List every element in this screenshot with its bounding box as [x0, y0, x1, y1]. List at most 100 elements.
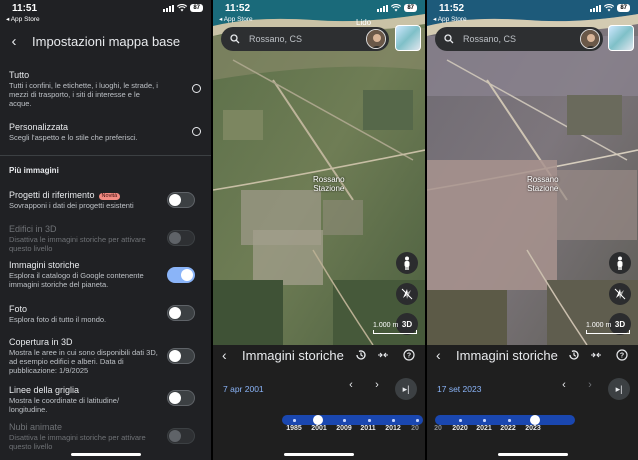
- compass-button[interactable]: [396, 283, 418, 305]
- toggle-row-3d-coverage[interactable]: Copertura in 3D Mostra le aree in cui so…: [9, 337, 203, 375]
- satellite-map[interactable]: Rossano Stazione: [427, 0, 638, 345]
- compare-icon[interactable]: [376, 349, 389, 362]
- satellite-imagery: [213, 0, 425, 345]
- year-label: 2009: [336, 425, 352, 432]
- year-label: 20: [411, 425, 419, 432]
- next-date-button[interactable]: ›: [367, 379, 387, 391]
- scale-text: 1.000 m: [373, 322, 399, 329]
- avatar[interactable]: [580, 29, 600, 49]
- year-label: 2023: [525, 425, 541, 432]
- battery-icon: 87: [617, 4, 630, 12]
- pegman-icon: [404, 256, 410, 270]
- layers-button[interactable]: [608, 25, 634, 51]
- photos-toggle[interactable]: [167, 305, 195, 321]
- previous-date-button[interactable]: ‹: [554, 379, 574, 391]
- radio-custom[interactable]: [192, 127, 201, 136]
- search-bar[interactable]: Rossano, CS: [221, 27, 389, 51]
- option-custom-title: Personalizzata: [9, 122, 69, 132]
- imagery-date: 7 apr 2001: [223, 384, 264, 394]
- radio-all[interactable]: [192, 84, 201, 93]
- scale-bar: 1.000 m: [373, 322, 417, 334]
- history-title: Immagini storiche: [456, 348, 558, 363]
- home-indicator: [70, 453, 141, 456]
- historical-imagery-panel: ‹ Immagini storiche ? 7 apr 2001 ‹ › ▸| …: [213, 345, 425, 460]
- history-clock-icon[interactable]: [567, 349, 580, 362]
- status-icons: 87: [377, 4, 417, 12]
- year-label: 2011: [360, 425, 376, 432]
- basemap-settings-screen: 11:51 ◂ App Store 87 ‹ Impostazioni mapp…: [0, 0, 211, 460]
- compare-icon[interactable]: [589, 349, 602, 362]
- compass-icon: [614, 288, 626, 300]
- status-icons: 87: [590, 4, 630, 12]
- place-label-rossano-stazione: Rossano Stazione: [527, 175, 559, 193]
- toggle-title: Copertura in 3D: [9, 337, 73, 347]
- toggle-row-grid-lines[interactable]: Linee della griglia Mostra le coordinate…: [9, 385, 203, 414]
- new-badge: Novità: [98, 193, 121, 200]
- animated-clouds-toggle: [167, 428, 195, 444]
- settings-header: ‹ Impostazioni mappa base: [0, 28, 211, 54]
- battery-icon: 87: [190, 4, 203, 12]
- section-title: Più immagini: [9, 166, 59, 175]
- search-icon: [230, 34, 240, 44]
- option-all-desc: Tutti i confini, le etichette, i luoghi,…: [9, 81, 158, 108]
- historical-imagery-toggle[interactable]: [167, 267, 195, 283]
- toggle-desc: Disattiva le immagini storiche per attiv…: [9, 433, 146, 451]
- timeline-slider[interactable]: [435, 415, 575, 425]
- close-history-back-icon[interactable]: ‹: [222, 347, 227, 363]
- timeline-slider[interactable]: [282, 415, 423, 425]
- toggle-row-historical-imagery[interactable]: Immagini storiche Esplora il catalogo di…: [9, 260, 203, 289]
- option-all[interactable]: Tutto Tutti i confini, le etichette, i l…: [9, 70, 203, 108]
- latest-date-button[interactable]: ▸|: [395, 378, 417, 400]
- timeline-handle[interactable]: [313, 415, 323, 425]
- scale-bar: 1.000 m: [586, 322, 630, 334]
- close-history-back-icon[interactable]: ‹: [436, 347, 441, 363]
- search-text: Rossano, CS: [463, 34, 517, 44]
- avatar[interactable]: [366, 29, 386, 49]
- timeline-years: 20 2020 2021 2022 2023: [427, 425, 638, 435]
- toggle-desc: Esplora foto di tutto il mondo.: [9, 315, 107, 324]
- reference-projects-toggle[interactable]: [167, 192, 195, 208]
- help-icon[interactable]: ?: [402, 349, 415, 362]
- layers-button[interactable]: [395, 25, 421, 51]
- street-view-pegman-button[interactable]: [609, 252, 631, 274]
- place-label-rossano-stazione: Rossano Stazione: [313, 175, 345, 193]
- signal-icon: [163, 4, 175, 12]
- next-date-button: ›: [588, 379, 592, 391]
- search-bar[interactable]: Rossano, CS: [435, 27, 603, 51]
- help-icon[interactable]: ?: [615, 349, 628, 362]
- satellite-map[interactable]: Lido Rossano Stazione: [213, 0, 425, 345]
- status-time: 11:52: [439, 3, 465, 14]
- home-indicator: [497, 453, 568, 456]
- history-title: Immagini storiche: [242, 348, 344, 363]
- street-view-pegman-button[interactable]: [396, 252, 418, 274]
- map-screen-2023: Rossano Stazione 11:52 ◂ App Store 87 Ro…: [427, 0, 638, 460]
- back-to-app-store-link[interactable]: ◂ App Store: [6, 15, 40, 23]
- toggle-row-photos[interactable]: Foto Esplora foto di tutto il mondo.: [9, 304, 203, 324]
- back-to-app-store-link[interactable]: ◂ App Store: [219, 15, 253, 23]
- back-to-app-store-link[interactable]: ◂ App Store: [433, 15, 467, 23]
- status-bar: 11:52 ◂ App Store 87: [427, 0, 638, 23]
- option-custom-desc: Scegli l'aspetto e lo stile che preferis…: [9, 133, 138, 142]
- status-bar: 11:51 ◂ App Store 87: [0, 0, 211, 23]
- timeline-handle[interactable]: [530, 415, 540, 425]
- latest-date-button[interactable]: ▸|: [608, 378, 630, 400]
- toggle-desc: Sovrapponi i dati dei progetti esistenti: [9, 201, 134, 210]
- map-screen-2001: Lido Rossano Stazione 11:52 ◂ App Store …: [213, 0, 425, 460]
- wifi-icon: [177, 4, 188, 12]
- signal-icon: [590, 4, 602, 12]
- year-label: 2012: [385, 425, 401, 432]
- grid-lines-toggle[interactable]: [167, 390, 195, 406]
- status-icons: 87: [163, 4, 203, 12]
- 3d-coverage-toggle[interactable]: [167, 348, 195, 364]
- historical-imagery-panel: ‹ Immagini storiche ? 17 set 2023 ‹ › ▸|…: [427, 345, 638, 460]
- pegman-icon: [617, 256, 623, 270]
- toggle-row-reference-projects[interactable]: Progetti di riferimento Novità Sovrapponi…: [9, 190, 203, 210]
- status-time: 11:52: [225, 3, 251, 14]
- back-arrow-icon[interactable]: ‹: [2, 33, 26, 50]
- divider: [0, 155, 211, 156]
- previous-date-button[interactable]: ‹: [341, 379, 361, 391]
- compass-button[interactable]: [609, 283, 631, 305]
- option-custom[interactable]: Personalizzata Scegli l'aspetto e lo sti…: [9, 122, 203, 142]
- history-clock-icon[interactable]: [354, 349, 367, 362]
- wifi-icon: [391, 4, 402, 12]
